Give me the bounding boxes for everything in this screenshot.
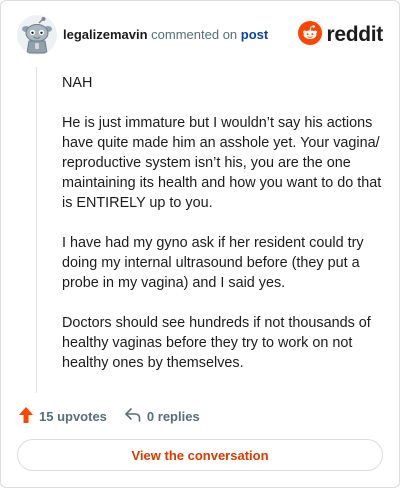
author-username[interactable]: legalizemavin <box>63 27 148 42</box>
comment-header: legalizemavin commented on post reddit <box>17 15 383 55</box>
comment-paragraph: He is just immature but I wouldn’t say h… <box>62 115 382 211</box>
author-line: legalizemavin commented on post <box>63 27 268 42</box>
reply-count: 0 replies <box>146 408 200 424</box>
commented-on-text: commented on <box>151 27 238 42</box>
reddit-brand[interactable]: reddit <box>298 20 383 50</box>
upvote-arrow-icon <box>19 406 39 426</box>
comment-paragraph: NAH <box>62 75 93 91</box>
embedded-comment-card: legalizemavin commented on post reddit N… <box>0 0 400 488</box>
thread-line <box>36 67 37 393</box>
comment-paragraph: Doctors should see hundreds if not thous… <box>62 315 371 371</box>
post-link[interactable]: post <box>241 27 268 42</box>
user-avatar-icon[interactable] <box>17 15 57 55</box>
comment-actions: 15 upvotes 0 replies <box>19 405 200 427</box>
reddit-logo-icon <box>298 20 323 50</box>
reply-icon <box>125 407 147 425</box>
view-conversation-button[interactable]: View the conversation <box>17 439 383 471</box>
reddit-wordmark: reddit <box>326 23 383 46</box>
upvote-count: 15 upvotes <box>39 408 107 424</box>
comment-paragraph: I have had my gyno ask if her resident c… <box>62 235 364 291</box>
reply-button[interactable]: 0 replies <box>125 407 200 425</box>
comment-body: NAH He is just immature but I wouldn’t s… <box>62 73 384 393</box>
upvote-button[interactable]: 15 upvotes <box>19 406 107 426</box>
